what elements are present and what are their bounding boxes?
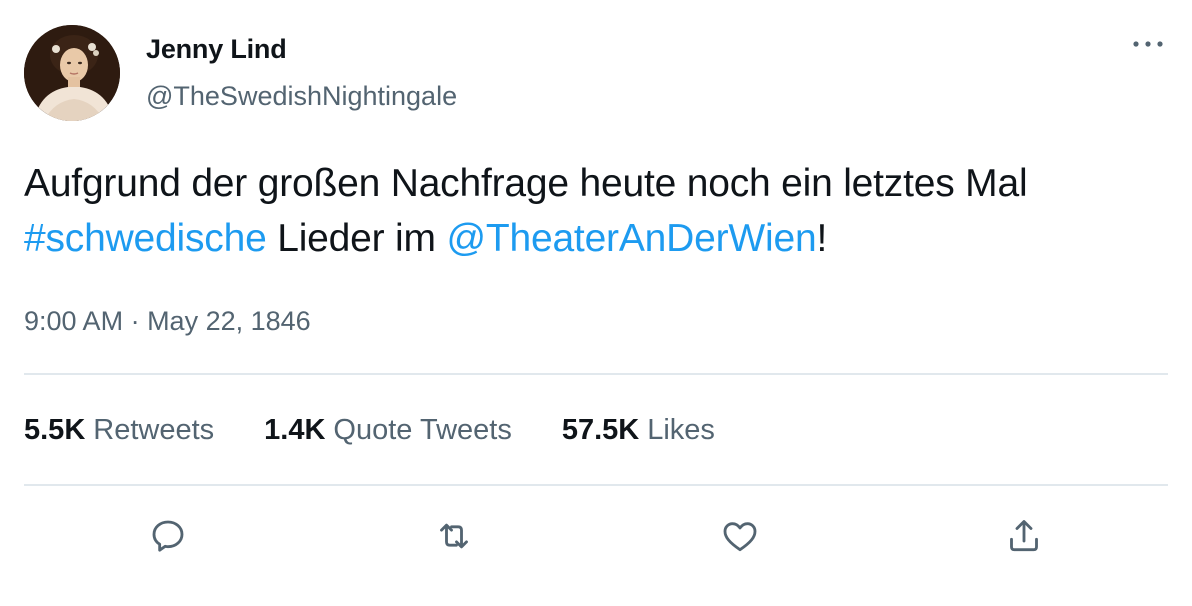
heart-icon [723, 522, 757, 552]
tweet-text-part: ! [816, 217, 828, 260]
timestamp-separator: · [123, 306, 148, 336]
divider [24, 373, 1168, 375]
tweet-time-link[interactable]: 9:00 AM [24, 306, 123, 336]
tweet-stats: 5.5K Retweets 1.4K Quote Tweets 57.5K Li… [24, 414, 715, 447]
timestamp: 9:00 AM · May 22, 1846 [24, 306, 311, 337]
tweet-text-part: Lieder im [266, 217, 447, 260]
mention-link[interactable]: @TheaterAnDerWien [446, 217, 816, 260]
tweet-text-part: Aufgrund der großen Nachfrage heute noch… [24, 162, 1028, 205]
retweets-stat[interactable]: 5.5K Retweets [24, 414, 214, 447]
hashtag-link[interactable]: #schwedische [24, 217, 267, 260]
display-name[interactable]: Jenny Lind [146, 34, 287, 65]
divider [24, 484, 1168, 486]
more-options-button[interactable] [1126, 30, 1170, 58]
tweet-text: Aufgrund der großen Nachfrage heute noch… [24, 156, 1164, 266]
more-dots-icon [1133, 41, 1163, 47]
retweets-label: Retweets [93, 414, 215, 446]
retweet-icon [440, 523, 468, 549]
tweet-card: Jenny Lind @TheSwedishNightingale Aufgru… [0, 0, 1192, 606]
likes-stat[interactable]: 57.5K Likes [562, 414, 715, 447]
share-button[interactable] [996, 508, 1052, 564]
quote-tweets-count: 1.4K [264, 414, 326, 446]
avatar-portrait-image [24, 25, 120, 121]
quote-tweets-label: Quote Tweets [333, 414, 512, 446]
likes-label: Likes [647, 414, 715, 446]
retweets-count: 5.5K [24, 414, 86, 446]
avatar[interactable] [24, 25, 120, 121]
retweet-button[interactable] [426, 508, 482, 564]
action-bar [0, 508, 1192, 564]
reply-button[interactable] [140, 508, 196, 564]
share-icon [1010, 520, 1038, 552]
user-handle[interactable]: @TheSwedishNightingale [146, 81, 457, 112]
tweet-date-link[interactable]: May 22, 1846 [147, 306, 311, 336]
reply-icon [152, 520, 184, 552]
like-button[interactable] [712, 508, 768, 564]
quote-tweets-stat[interactable]: 1.4K Quote Tweets [264, 414, 512, 447]
likes-count: 57.5K [561, 414, 640, 446]
